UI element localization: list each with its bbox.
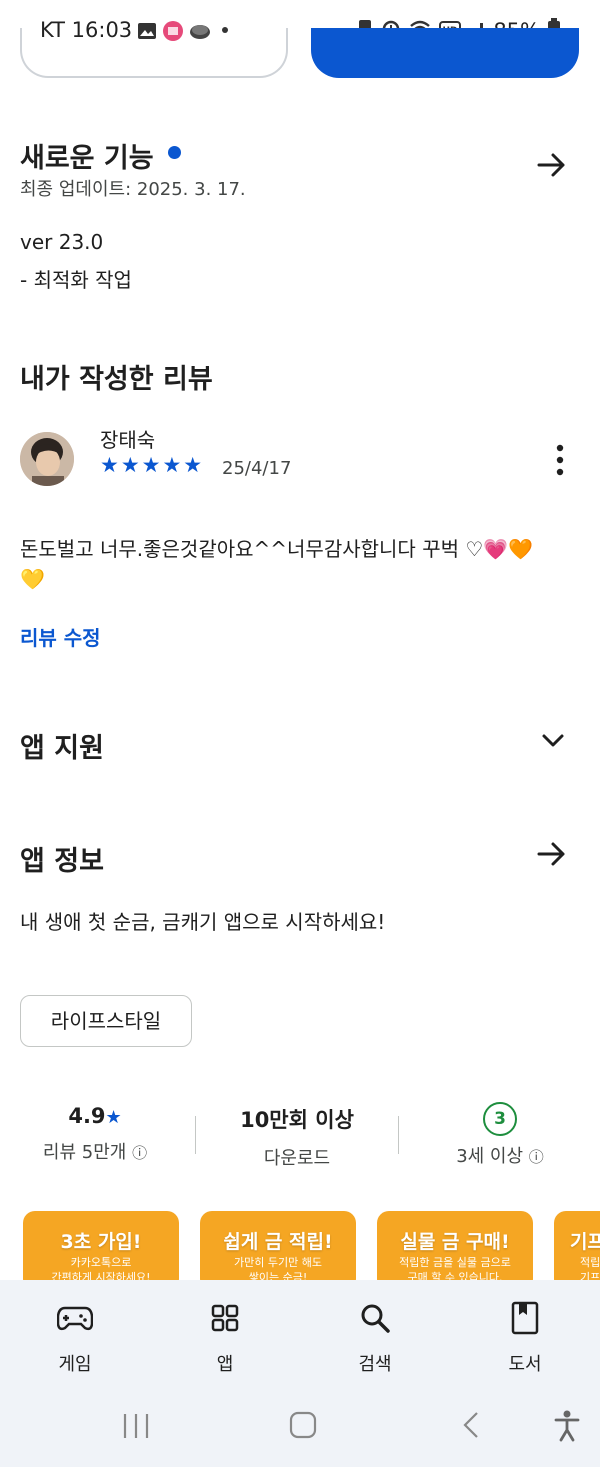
info-icon: ⓘ	[528, 1148, 544, 1166]
back-button-icon[interactable]	[461, 1411, 481, 1443]
rating-count-label: 리뷰 5만개	[42, 1142, 127, 1163]
apps-grid-icon	[150, 1298, 300, 1338]
chevron-down-icon[interactable]	[540, 728, 566, 756]
recent-apps-icon[interactable]	[122, 1412, 150, 1444]
book-icon	[450, 1298, 600, 1338]
nav-item-books[interactable]: 도서	[450, 1280, 600, 1390]
screenshot-card[interactable]: 쉽게 금 적립! 가만히 두기만 해도 쌓이는 순금!	[200, 1211, 356, 1291]
reviewer-name: 장태숙	[100, 428, 156, 452]
release-notes: - 최적화 작업	[20, 268, 132, 292]
downloads-value: 10만회 이상	[240, 1108, 354, 1132]
screenshot-card[interactable]: 3초 가입! 카카오톡으로 간편하게 시작하세요!	[23, 1211, 179, 1291]
screenshot-card[interactable]: 기프 적립 기프	[554, 1211, 600, 1291]
screenshot-title: 3초 가입!	[60, 1231, 142, 1253]
stat-divider	[398, 1116, 399, 1154]
caption-line: 카카오톡으로	[70, 1256, 132, 1269]
screenshot-title: 쉽게 금 적립!	[223, 1231, 333, 1253]
nav-label-search: 검색	[358, 1354, 392, 1375]
whats-new-title: 새로운 기능	[20, 143, 154, 174]
rating-label-row: 리뷰 5만개 ⓘ	[20, 1138, 170, 1164]
rating-value: 4.9	[68, 1104, 106, 1128]
secondary-action-button[interactable]	[20, 28, 288, 78]
review-date: 25/4/17	[222, 458, 292, 479]
age-badge-wrap: 3	[425, 1102, 575, 1136]
new-indicator-dot	[168, 146, 181, 159]
edit-review-link[interactable]: 리뷰 수정	[20, 622, 101, 651]
accessibility-icon[interactable]	[553, 1410, 581, 1446]
version-text: ver 23.0	[20, 230, 104, 254]
screenshot-title: 실물 금 구매!	[400, 1231, 510, 1253]
reviewer-avatar	[20, 432, 74, 486]
info-icon: ⓘ	[132, 1144, 148, 1162]
app-description: 내 생애 첫 순금, 금캐기 앱으로 시작하세요!	[20, 910, 386, 934]
star-icon: ★	[105, 1107, 122, 1128]
nav-item-apps[interactable]: 앱	[150, 1280, 300, 1390]
review-text: 돈도벌고 너무.좋은것같아요^^너무감사합니다 꾸벅 ♡💗🧡	[20, 537, 534, 561]
age-label-row: 3세 이상 ⓘ	[425, 1142, 575, 1168]
gamepad-icon	[0, 1298, 150, 1338]
nav-label-apps: 앱	[216, 1354, 234, 1375]
nav-label-books: 도서	[508, 1354, 542, 1375]
caption-line: 가만히 두기만 해도	[234, 1256, 322, 1269]
primary-action-button[interactable]	[311, 28, 579, 78]
search-icon	[300, 1298, 450, 1338]
caption-line: 적립한 금을 실물 금으로	[399, 1256, 511, 1269]
home-button-icon[interactable]	[289, 1411, 317, 1443]
downloads-label: 다운로드	[263, 1148, 331, 1169]
age-rating-label: 3세 이상	[456, 1146, 524, 1167]
caption-line: 적립	[580, 1256, 600, 1269]
screenshot-card[interactable]: 실물 금 구매! 적립한 금을 실물 금으로 구매 할 수 있습니다.	[377, 1211, 533, 1291]
app-info-title[interactable]: 앱 정보	[20, 839, 104, 878]
rating-stat[interactable]: 4.9★ 리뷰 5만개 ⓘ	[20, 1104, 170, 1164]
rating-value-row: 4.9★	[20, 1104, 170, 1128]
age-rating-stat[interactable]: 3 3세 이상 ⓘ	[425, 1102, 575, 1168]
screenshot-title: 기프	[570, 1231, 600, 1253]
stat-divider	[195, 1116, 196, 1154]
review-star-rating: ★★★★★	[100, 453, 205, 477]
nav-label-games: 게임	[58, 1354, 92, 1375]
age-rating-badge: 3	[483, 1102, 517, 1136]
review-text-continued: 💛	[20, 567, 45, 591]
more-options-icon[interactable]	[548, 444, 572, 480]
nav-item-search[interactable]: 검색	[300, 1280, 450, 1390]
app-info-arrow-icon[interactable]	[537, 839, 567, 873]
last-updated: 최종 업데이트: 2025. 3. 17.	[20, 179, 246, 200]
whats-new-arrow-icon[interactable]	[537, 150, 567, 184]
my-review-title: 내가 작성한 리뷰	[20, 364, 213, 395]
category-chip[interactable]: 라이프스타일	[20, 995, 192, 1047]
app-support-title[interactable]: 앱 지원	[20, 726, 104, 765]
downloads-stat: 10만회 이상 다운로드	[222, 1104, 372, 1170]
nav-item-games[interactable]: 게임	[0, 1280, 150, 1390]
